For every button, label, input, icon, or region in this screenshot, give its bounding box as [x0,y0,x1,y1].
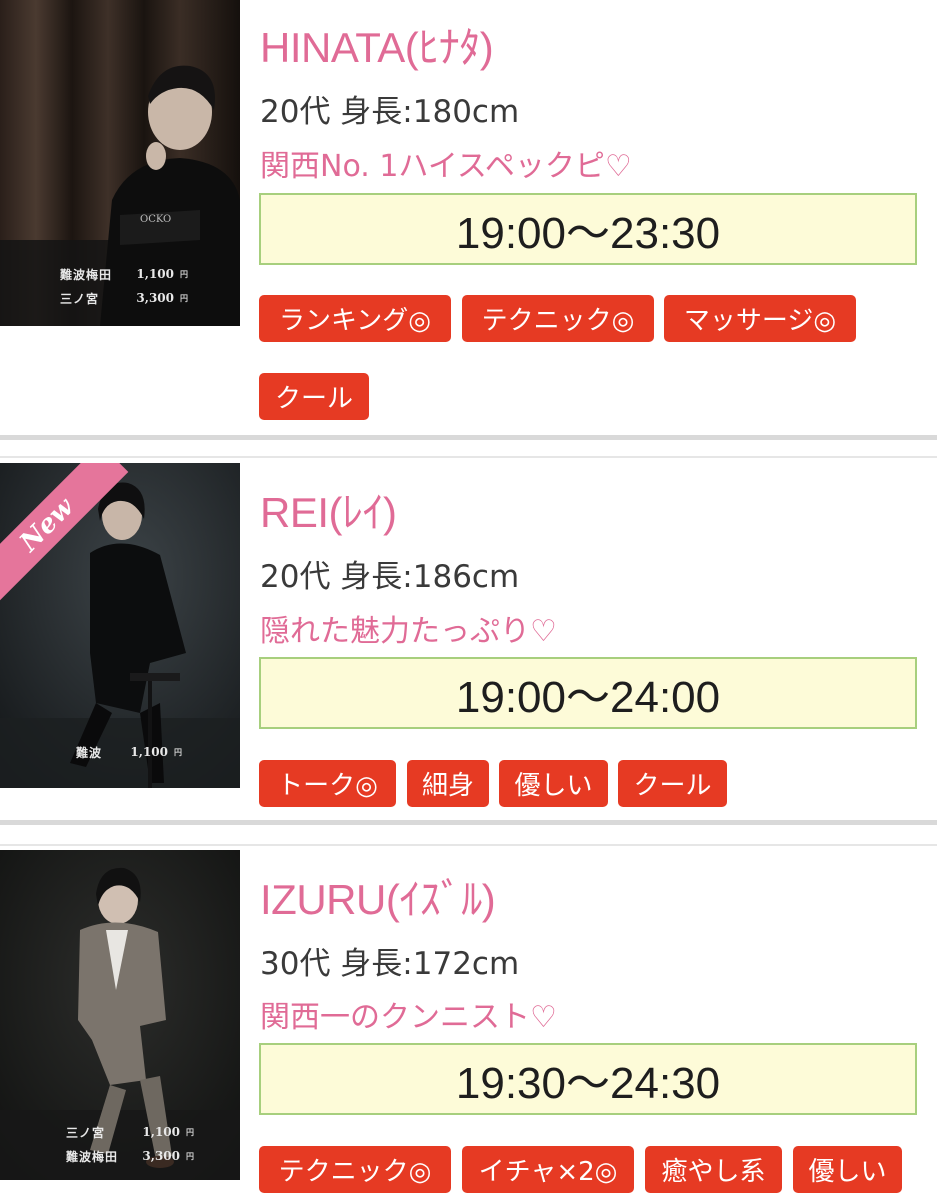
cast-card[interactable]: 三ノ宮 1,100 円 難波梅田 3,300 円 IZURU(ｲｽﾞﾙ) 30代… [0,850,937,1200]
cast-card[interactable]: OCKO 難波梅田 1,100 円 三ノ宮 3,300 円 HINATA(ﾋﾅﾀ… [0,0,937,435]
price-unit: 円 [180,292,188,303]
price-value: 3,300 [136,291,174,305]
cast-catchphrase: 隠れた魅力たっぷり♡ [260,614,557,649]
card-divider [0,820,937,825]
price-row: 難波 1,100 円 [76,740,182,764]
price-table: 三ノ宮 1,100 円 難波梅田 3,300 円 [66,1120,194,1168]
cast-photo[interactable]: 三ノ宮 1,100 円 難波梅田 3,300 円 [0,850,240,1180]
cast-age-height: 30代 身長:172cm [260,946,520,982]
price-area: 難波梅田 [60,267,113,282]
price-area: 難波梅田 [66,1149,119,1164]
tag-badge: マッサージ◎ [664,295,856,342]
schedule-time: 19:30〜24:30 [259,1043,917,1115]
tag-badge: トーク◎ [259,760,396,807]
schedule-time: 19:00〜24:00 [259,657,917,729]
schedule-time: 19:00〜23:30 [259,193,917,265]
cast-card[interactable]: New 難波 1,100 円 REI(ﾚｲ) 20代 身長:186cm 隠れた魅… [0,463,937,821]
tag-badge: クール [259,373,369,420]
price-unit: 円 [174,746,182,757]
cast-name[interactable]: IZURU(ｲｽﾞﾙ) [260,866,496,927]
tag-badge: 優しい [793,1146,902,1193]
price-unit: 円 [186,1150,194,1161]
cast-name[interactable]: REI(ﾚｲ) [260,479,397,540]
tag-badge: テクニック◎ [462,295,654,342]
price-value: 1,100 [136,267,174,281]
price-row: 三ノ宮 3,300 円 [60,286,188,310]
tag-badge: テクニック◎ [259,1146,451,1193]
cast-catchphrase: 関西No. 1ハイスペックピ♡ [260,149,632,184]
price-area: 三ノ宮 [66,1125,106,1140]
tag-badge: 細身 [407,760,489,807]
price-value: 1,100 [142,1125,180,1139]
price-area: 難波 [76,745,103,760]
price-row: 難波梅田 3,300 円 [66,1144,194,1168]
tag-badge: ランキング◎ [259,295,451,342]
price-area: 三ノ宮 [60,291,100,306]
price-unit: 円 [180,268,188,279]
card-divider [0,456,937,458]
price-value: 1,100 [130,745,168,759]
cast-age-height: 20代 身長:180cm [260,94,520,130]
price-value: 3,300 [142,1149,180,1163]
price-row: 三ノ宮 1,100 円 [66,1120,194,1144]
tag-badge: イチャ×2◎ [462,1146,634,1193]
card-divider [0,844,937,846]
tag-badge: 優しい [499,760,608,807]
tag-badge: クール [618,760,727,807]
price-table: 難波梅田 1,100 円 三ノ宮 3,300 円 [60,262,188,310]
cast-name[interactable]: HINATA(ﾋﾅﾀ) [260,14,494,75]
price-row: 難波梅田 1,100 円 [60,262,188,286]
price-table: 難波 1,100 円 [76,740,182,764]
price-unit: 円 [186,1126,194,1137]
svg-text:OCKO: OCKO [140,214,171,225]
tag-badge: 癒やし系 [645,1146,782,1193]
cast-photo[interactable]: OCKO 難波梅田 1,100 円 三ノ宮 3,300 円 [0,0,240,326]
card-divider [0,435,937,440]
cast-photo[interactable]: New 難波 1,100 円 [0,463,240,788]
cast-age-height: 20代 身長:186cm [260,559,520,595]
cast-catchphrase: 関西一のクンニスト♡ [260,1000,557,1035]
